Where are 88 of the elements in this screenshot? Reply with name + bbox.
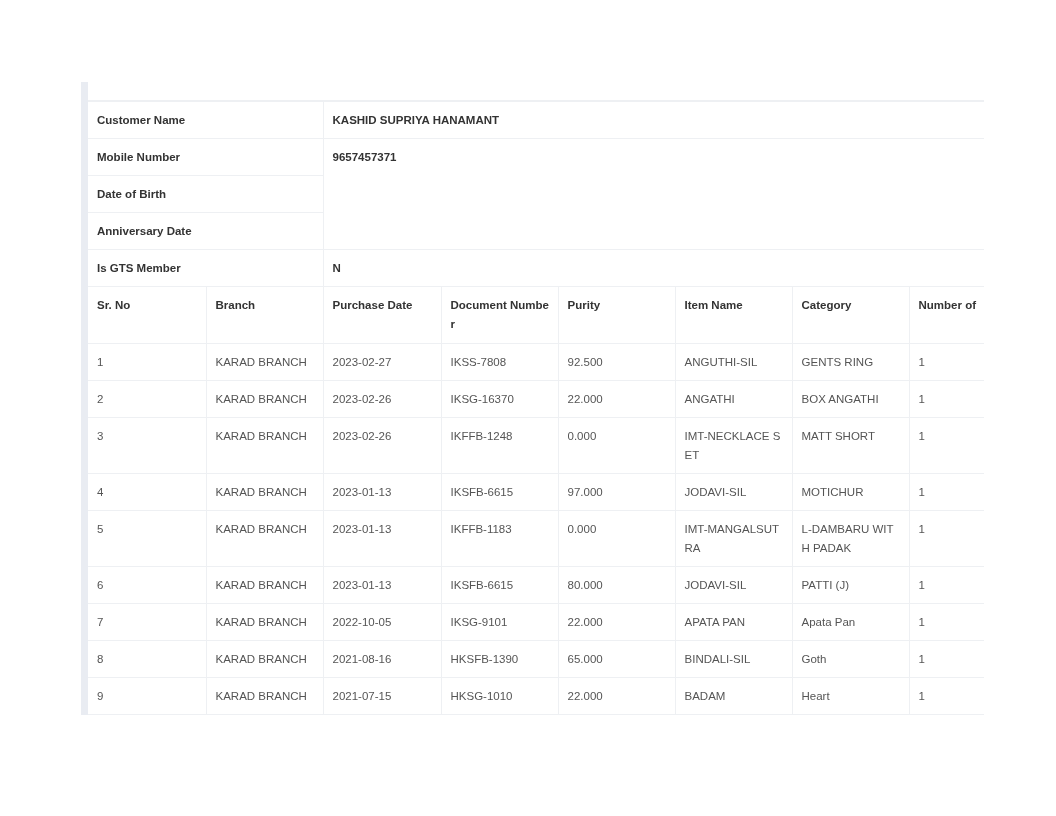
table-cell: KARAD BRANCH bbox=[206, 640, 323, 678]
table-cell: 2023-01-13 bbox=[323, 473, 441, 511]
field-label: Customer Name bbox=[88, 101, 323, 139]
table-cell: 0.000 bbox=[558, 510, 675, 567]
table-cell: IKFFB-1248 bbox=[441, 417, 558, 474]
table-cell: 2023-02-27 bbox=[323, 343, 441, 381]
table-cell: Apata Pan bbox=[792, 603, 909, 641]
table-cell: IKSG-9101 bbox=[441, 603, 558, 641]
table-cell: KARAD BRANCH bbox=[206, 473, 323, 511]
table-cell: KARAD BRANCH bbox=[206, 510, 323, 567]
field-label: Date of Birth bbox=[88, 175, 323, 213]
table-cell: 3 bbox=[88, 417, 206, 474]
table-cell: 22.000 bbox=[558, 677, 675, 715]
table-cell: 1 bbox=[909, 510, 985, 567]
table-cell: 1 bbox=[909, 417, 985, 474]
table-cell: IKSG-16370 bbox=[441, 380, 558, 418]
table-cell: 2021-07-15 bbox=[323, 677, 441, 715]
table-cell: IMT-MANGALSUTRA bbox=[675, 510, 792, 567]
table-cell: 22.000 bbox=[558, 603, 675, 641]
table-cell: 22.000 bbox=[558, 380, 675, 418]
table-cell: 1 bbox=[909, 473, 985, 511]
table-cell: BADAM bbox=[675, 677, 792, 715]
table-cell: 1 bbox=[909, 677, 985, 715]
column-header: Document Number bbox=[441, 286, 558, 344]
table-cell: JODAVI-SIL bbox=[675, 473, 792, 511]
table-cell: HKSFB-1390 bbox=[441, 640, 558, 678]
table-cell: KARAD BRANCH bbox=[206, 566, 323, 604]
field-value: N bbox=[323, 249, 985, 287]
table-cell: 1 bbox=[88, 343, 206, 381]
column-header: Number of bbox=[909, 286, 985, 344]
table-cell: 9 bbox=[88, 677, 206, 715]
column-header: Item Name bbox=[675, 286, 792, 344]
table-cell: 2 bbox=[88, 380, 206, 418]
table-cell: 97.000 bbox=[558, 473, 675, 511]
table-cell: IMT-NECKLACE SET bbox=[675, 417, 792, 474]
column-header: Sr. No bbox=[88, 286, 206, 344]
table-cell: 4 bbox=[88, 473, 206, 511]
table-cell: Heart bbox=[792, 677, 909, 715]
table-cell: 1 bbox=[909, 603, 985, 641]
table-cell: KARAD BRANCH bbox=[206, 380, 323, 418]
table-cell: 0.000 bbox=[558, 417, 675, 474]
table-cell: IKSFB-6615 bbox=[441, 473, 558, 511]
table-cell: BOX ANGATHI bbox=[792, 380, 909, 418]
table-cell: MATT SHORT bbox=[792, 417, 909, 474]
table-cell: 2023-02-26 bbox=[323, 380, 441, 418]
table-cell: KARAD BRANCH bbox=[206, 343, 323, 381]
table-cell: 5 bbox=[88, 510, 206, 567]
table-cell: ANGATHI bbox=[675, 380, 792, 418]
table-cell: L-DAMBARU WITH PADAK bbox=[792, 510, 909, 567]
table-cell: 65.000 bbox=[558, 640, 675, 678]
field-label: Mobile Number bbox=[88, 138, 323, 176]
table-cell: 1 bbox=[909, 380, 985, 418]
field-value: 9657457371 bbox=[323, 138, 985, 250]
field-label: Anniversary Date bbox=[88, 212, 323, 250]
table-cell: 2021-08-16 bbox=[323, 640, 441, 678]
table-cell: APATA PAN bbox=[675, 603, 792, 641]
table-cell: 1 bbox=[909, 343, 985, 381]
table-cell: PATTI (J) bbox=[792, 566, 909, 604]
table-cell: 7 bbox=[88, 603, 206, 641]
table-cell: 1 bbox=[909, 640, 985, 678]
table-cell: IKFFB-1183 bbox=[441, 510, 558, 567]
table-cell: KARAD BRANCH bbox=[206, 603, 323, 641]
table-cell: 2023-01-13 bbox=[323, 510, 441, 567]
table-cell: GENTS RING bbox=[792, 343, 909, 381]
table-cell: 1 bbox=[909, 566, 985, 604]
column-header: Category bbox=[792, 286, 909, 344]
table-cell: 92.500 bbox=[558, 343, 675, 381]
table-cell: ANGUTHI-SIL bbox=[675, 343, 792, 381]
table-cell: KARAD BRANCH bbox=[206, 417, 323, 474]
column-header: Purity bbox=[558, 286, 675, 344]
table-cell: 6 bbox=[88, 566, 206, 604]
table-cell: IKSS-7808 bbox=[441, 343, 558, 381]
table-cell: Goth bbox=[792, 640, 909, 678]
field-value: KASHID SUPRIYA HANAMANT bbox=[323, 101, 985, 139]
table-cell: 8 bbox=[88, 640, 206, 678]
table-cell: HKSG-1010 bbox=[441, 677, 558, 715]
table-cell: 2022-10-05 bbox=[323, 603, 441, 641]
column-header: Purchase Date bbox=[323, 286, 441, 344]
table-cell: MOTICHUR bbox=[792, 473, 909, 511]
table-cell: IKSFB-6615 bbox=[441, 566, 558, 604]
table-cell: 2023-02-26 bbox=[323, 417, 441, 474]
field-label: Is GTS Member bbox=[88, 249, 323, 287]
table-cell: 2023-01-13 bbox=[323, 566, 441, 604]
table-cell: BINDALI-SIL bbox=[675, 640, 792, 678]
column-header: Branch bbox=[206, 286, 323, 344]
table-cell: JODAVI-SIL bbox=[675, 566, 792, 604]
table-cell: 80.000 bbox=[558, 566, 675, 604]
table-cell: KARAD BRANCH bbox=[206, 677, 323, 715]
